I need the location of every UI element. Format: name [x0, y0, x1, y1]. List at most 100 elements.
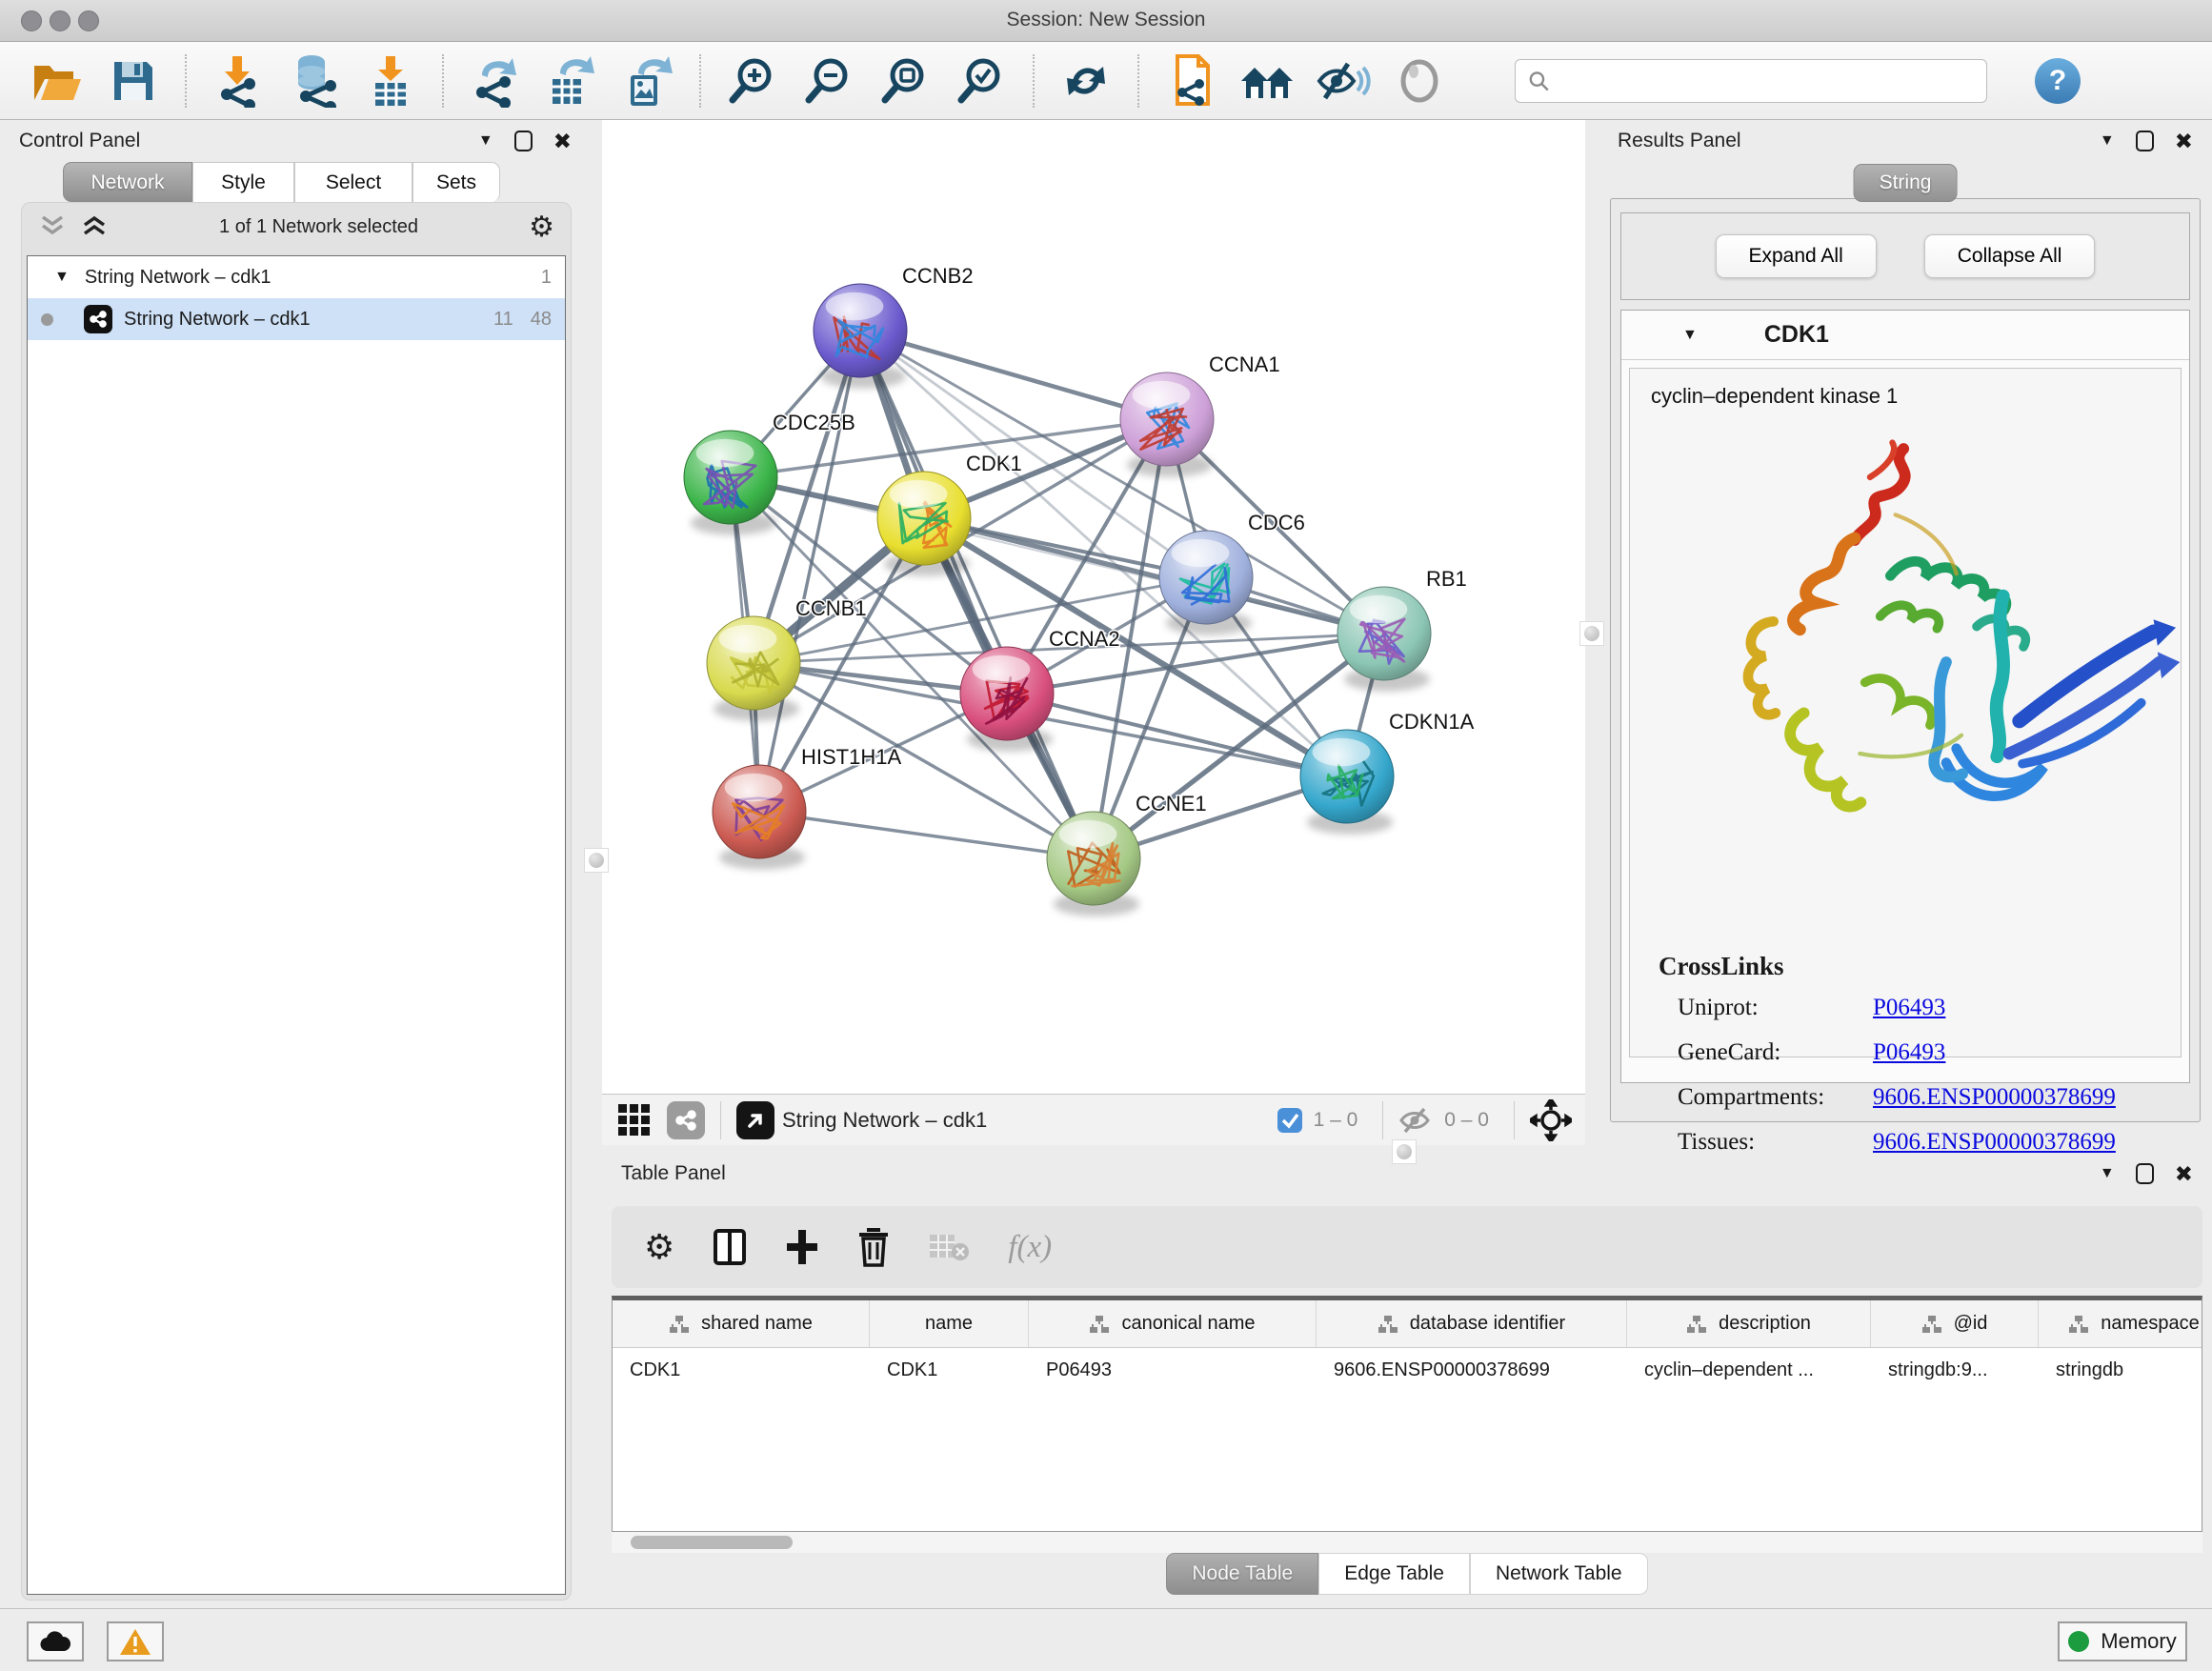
tab-edge-table[interactable]: Edge Table: [1318, 1553, 1470, 1595]
zoom-in-button[interactable]: [724, 52, 781, 110]
horizontal-scrollbar-thumb[interactable]: [631, 1536, 793, 1549]
export-image-icon: [623, 54, 673, 108]
birds-eye-view-button[interactable]: [1391, 52, 1448, 110]
delete-column-trash-icon[interactable]: [857, 1227, 890, 1267]
help-button[interactable]: ?: [2035, 58, 2081, 104]
export-table-icon: [547, 54, 596, 108]
crosslink-genecard[interactable]: P06493: [1873, 1039, 1945, 1066]
tab-select[interactable]: Select: [294, 162, 412, 202]
search-input[interactable]: [1551, 70, 1975, 91]
horizontal-scrollbar-track[interactable]: [612, 1532, 2202, 1553]
import-network-icon: [213, 54, 263, 108]
collapse-panel-icon[interactable]: ▼: [478, 132, 493, 150]
zoom-out-button[interactable]: [800, 52, 857, 110]
collapse-all-button[interactable]: Collapse All: [1924, 234, 2096, 278]
houses-icon: [1239, 58, 1295, 104]
table-panel-title: Table Panel: [621, 1162, 726, 1185]
pan-crosshair-icon[interactable]: [1530, 1099, 1572, 1141]
collapse-panel-icon[interactable]: ▼: [2100, 1165, 2115, 1182]
column-header[interactable]: shared name: [613, 1300, 870, 1347]
export-network-button[interactable]: [467, 52, 524, 110]
tab-network[interactable]: Network: [63, 162, 192, 202]
toolbar-separator: [1137, 54, 1139, 108]
tab-node-table[interactable]: Node Table: [1166, 1553, 1318, 1595]
import-network-database-button[interactable]: [286, 52, 343, 110]
cell-shared-name: CDK1: [613, 1348, 870, 1392]
column-header[interactable]: name: [870, 1300, 1029, 1347]
import-table-button[interactable]: [362, 52, 419, 110]
export-image-button[interactable]: [619, 52, 676, 110]
section-expand-icon[interactable]: ▼: [1682, 327, 1698, 344]
share-document-button[interactable]: [1162, 52, 1219, 110]
string-results-container: Expand All Collapse All ▼ CDK1 cyclin–de…: [1610, 198, 2201, 1122]
table-row[interactable]: CDK1 CDK1 P06493 9606.ENSP00000378699 cy…: [613, 1348, 2202, 1392]
collection-count: 1: [541, 267, 552, 289]
zoom-selected-button[interactable]: [953, 52, 1010, 110]
column-header[interactable]: canonical name: [1029, 1300, 1317, 1347]
tab-sets[interactable]: Sets: [412, 162, 500, 202]
column-header[interactable]: description: [1627, 1300, 1871, 1347]
apply-layout-button[interactable]: [1057, 52, 1115, 110]
save-session-button[interactable]: [105, 52, 162, 110]
left-splitter-handle[interactable]: [584, 848, 609, 873]
float-panel-icon[interactable]: [2136, 131, 2154, 151]
crosslink-uniprot[interactable]: P06493: [1873, 995, 1945, 1021]
crosslink-tissues[interactable]: 9606.ENSP00000378699: [1873, 1129, 2116, 1156]
network-selected-status: 1 of 1 Network selected: [109, 216, 529, 238]
crosslink-compartments[interactable]: 9606.ENSP00000378699: [1873, 1084, 2116, 1111]
close-panel-icon[interactable]: ✖: [2175, 129, 2193, 154]
toolbar-separator: [699, 54, 701, 108]
cdk1-section-header[interactable]: ▼ CDK1: [1621, 311, 2189, 360]
crosslink-label: Uniprot:: [1659, 995, 1873, 1021]
column-header[interactable]: @id: [1871, 1300, 2039, 1347]
toolbar-separator: [185, 54, 187, 108]
collapse-panel-icon[interactable]: ▼: [2100, 132, 2115, 150]
cloud-status-button[interactable]: [27, 1621, 84, 1661]
memory-button[interactable]: Memory: [2058, 1621, 2187, 1661]
expand-all-icon[interactable]: [80, 213, 109, 240]
zoom-fit-button[interactable]: [876, 52, 934, 110]
node-count: 11: [493, 309, 513, 331]
selected-checkbox-icon[interactable]: [1276, 1106, 1304, 1135]
expand-all-button[interactable]: Expand All: [1716, 234, 1877, 278]
tab-style[interactable]: Style: [192, 162, 294, 202]
close-panel-icon[interactable]: ✖: [2175, 1161, 2193, 1187]
close-panel-icon[interactable]: ✖: [553, 129, 572, 154]
home-button[interactable]: [1238, 52, 1296, 110]
show-columns-icon[interactable]: [713, 1228, 747, 1266]
delete-table-icon: [928, 1231, 970, 1263]
zoom-fit-icon: [880, 56, 930, 106]
bottom-splitter-handle[interactable]: [1392, 1139, 1417, 1164]
collection-expand-icon[interactable]: ▼: [54, 269, 70, 286]
network-row[interactable]: String Network – cdk1 11 48: [28, 298, 565, 340]
cell-name: CDK1: [870, 1348, 1029, 1392]
import-network-file-button[interactable]: [210, 52, 267, 110]
status-bar: Memory: [0, 1608, 2212, 1671]
tab-network-table[interactable]: Network Table: [1470, 1553, 1648, 1595]
cell-namespace: stringdb: [2039, 1348, 2202, 1392]
open-in-new-icon[interactable]: [736, 1101, 774, 1139]
node-label-ccna1: CCNA1: [1209, 352, 1280, 376]
export-table-button[interactable]: [543, 52, 600, 110]
add-column-icon[interactable]: [785, 1228, 819, 1266]
network-share-icon[interactable]: [667, 1101, 705, 1139]
float-panel-icon[interactable]: [2136, 1163, 2154, 1184]
collapse-all-icon[interactable]: [38, 213, 67, 240]
right-splitter-handle[interactable]: [1579, 621, 1604, 646]
table-options-gear-icon[interactable]: ⚙: [644, 1227, 674, 1267]
network-tab-body: 1 of 1 Network selected ⚙ ▼ String Netwo…: [21, 202, 572, 1601]
warnings-button[interactable]: [107, 1621, 164, 1661]
network-canvas[interactable]: CCNB2CCNA1CDC25BCDK1CDC6RB1CCNB1CCNA2CDK…: [602, 120, 1585, 1094]
tab-string[interactable]: String: [1854, 164, 1958, 202]
graphics-details-button[interactable]: [1315, 52, 1372, 110]
float-panel-icon[interactable]: [514, 131, 533, 151]
column-header[interactable]: database identifier: [1317, 1300, 1627, 1347]
network-options-gear-icon[interactable]: ⚙: [529, 211, 554, 244]
hidden-eye-icon[interactable]: [1398, 1106, 1435, 1135]
cdk1-section-content: cyclin–dependent kinase 1: [1629, 368, 2182, 1057]
network-collection-row[interactable]: ▼ String Network – cdk1 1: [28, 256, 565, 298]
grid-view-icon[interactable]: [615, 1101, 654, 1139]
open-session-button[interactable]: [29, 52, 86, 110]
column-header[interactable]: namespace: [2039, 1300, 2202, 1347]
edge-count: 48: [531, 309, 552, 331]
